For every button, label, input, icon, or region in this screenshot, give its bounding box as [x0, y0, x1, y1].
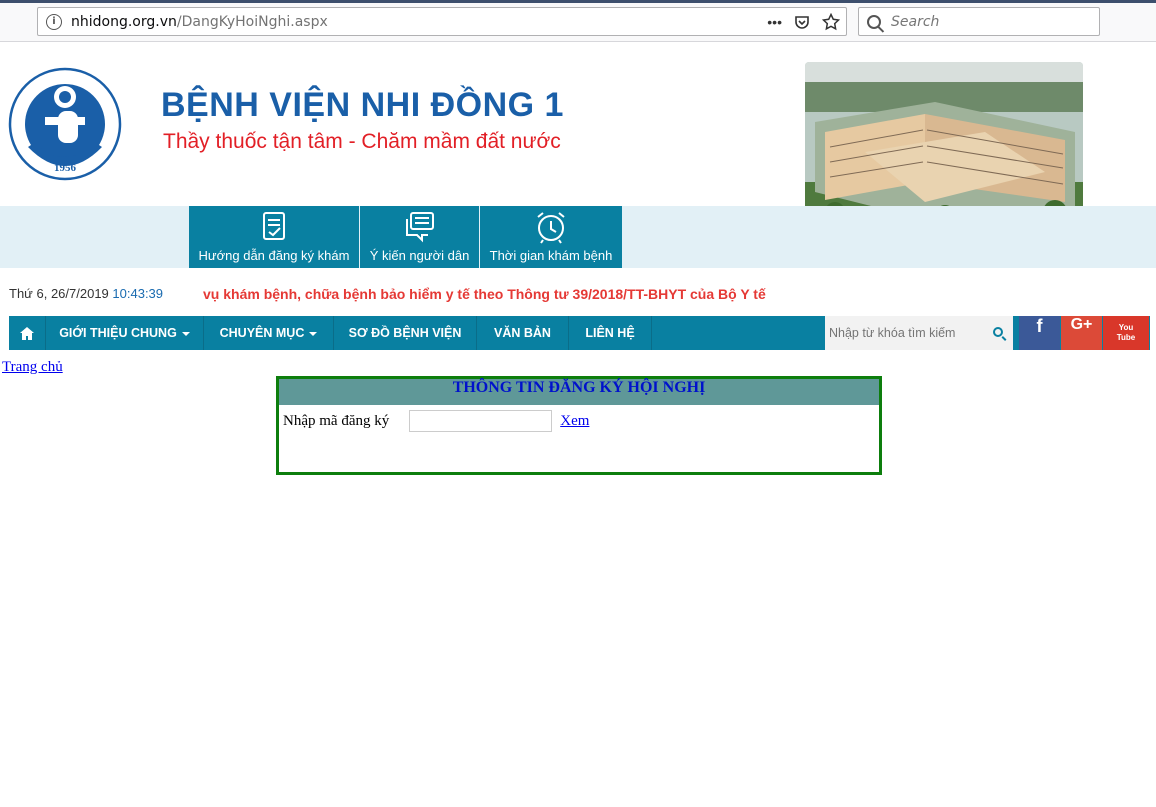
- document-check-icon: [263, 212, 285, 240]
- quick-link-label: Ý kiến người dân: [369, 248, 470, 263]
- search-icon: [867, 14, 881, 29]
- alarm-clock-icon: [537, 212, 565, 244]
- quick-link-label: Thời gian khám bệnh: [489, 248, 613, 263]
- home-icon: [20, 327, 34, 341]
- page-actions-menu-icon[interactable]: •••: [767, 14, 782, 30]
- registration-code-row: Nhập mã đăng ký Xem: [283, 410, 589, 432]
- quick-link-public-feedback[interactable]: Ý kiến người dân: [360, 206, 479, 268]
- nav-about[interactable]: GIỚI THIỆU CHUNG: [46, 316, 204, 350]
- google-plus-icon: G+: [1070, 316, 1093, 333]
- registration-code-input[interactable]: [409, 410, 553, 432]
- browser-top-accent: [0, 0, 1156, 3]
- logo-year: 1956: [54, 162, 77, 174]
- url-path: /DangKyHoiNghi.aspx: [176, 13, 328, 30]
- site-search: [825, 316, 1013, 350]
- nav-contact[interactable]: LIÊN HỆ: [569, 316, 652, 350]
- nav-hospital-map[interactable]: SƠ ĐỒ BỆNH VIỆN: [334, 316, 477, 350]
- current-datetime: Thứ 6, 26/7/2019 10:43:39: [9, 286, 163, 301]
- news-marquee[interactable]: vụ khám bệnh, chữa bệnh bảo hiểm y tế th…: [203, 286, 766, 302]
- nav-documents[interactable]: VĂN BẢN: [477, 316, 569, 350]
- main-nav: GIỚI THIỆU CHUNG CHUYÊN MỤC SƠ ĐỒ BỆNH V…: [9, 316, 1150, 350]
- search-icon[interactable]: [993, 327, 1003, 337]
- address-bar[interactable]: i nhidong.org.vn/DangKyHoiNghi.aspx •••: [37, 7, 847, 36]
- url-actions: •••: [767, 13, 840, 31]
- pocket-icon[interactable]: [794, 14, 810, 30]
- browser-search-placeholder: Search: [891, 13, 940, 30]
- browser-search-box[interactable]: Search: [858, 7, 1100, 36]
- chevron-down-icon: [309, 331, 318, 336]
- hospital-slogan: Thầy thuốc tận tâm - Chăm mầm đất nước: [163, 130, 561, 153]
- facebook-button[interactable]: f: [1019, 316, 1060, 350]
- nav-label: LIÊN HỆ: [585, 326, 635, 340]
- nav-label: VĂN BẢN: [494, 326, 551, 340]
- facebook-icon: f: [1036, 316, 1043, 336]
- registration-code-label: Nhập mã đăng ký: [283, 412, 390, 429]
- nav-label: SƠ ĐỒ BỆNH VIỆN: [348, 326, 462, 340]
- chevron-down-icon: [181, 331, 190, 336]
- view-link[interactable]: Xem: [560, 413, 589, 430]
- nav-home[interactable]: [9, 316, 46, 350]
- nav-label: GIỚI THIỆU CHUNG: [59, 326, 177, 340]
- hospital-logo[interactable]: 1956: [8, 67, 122, 181]
- quick-link-registration-guide[interactable]: Hướng dẫn đăng ký khám: [189, 206, 359, 268]
- youtube-button[interactable]: You Tube: [1103, 316, 1149, 350]
- panel-title: THÔNG TIN ĐĂNG KÝ HỘI NGHỊ: [279, 379, 879, 405]
- site-search-input[interactable]: [825, 318, 985, 348]
- hospital-building-image: [805, 62, 1083, 227]
- conference-registration-panel: THÔNG TIN ĐĂNG KÝ HỘI NGHỊ Nhập mã đăng …: [276, 376, 882, 475]
- current-time: 10:43:39: [112, 286, 164, 301]
- youtube-icon: You Tube: [1116, 323, 1136, 342]
- browser-toolbar: i nhidong.org.vn/DangKyHoiNghi.aspx ••• …: [0, 0, 1156, 42]
- breadcrumb-home-link[interactable]: Trang chủ: [2, 359, 63, 376]
- quick-link-label: Hướng dẫn đăng ký khám: [198, 248, 350, 263]
- google-plus-button[interactable]: G+: [1061, 316, 1102, 350]
- url-host: nhidong.org.vn: [71, 13, 177, 30]
- bookmark-star-icon[interactable]: [822, 13, 840, 31]
- nav-label: CHUYÊN MỤC: [219, 326, 305, 340]
- current-date: Thứ 6, 26/7/2019: [9, 286, 109, 301]
- chat-bubble-icon: [405, 212, 434, 243]
- nav-categories[interactable]: CHUYÊN MỤC: [204, 316, 334, 350]
- page-info-icon[interactable]: i: [46, 13, 62, 30]
- quick-link-exam-hours[interactable]: Thời gian khám bệnh: [480, 206, 622, 268]
- hospital-title[interactable]: BỆNH VIỆN NHI ĐỒNG 1: [161, 86, 564, 125]
- url-text[interactable]: nhidong.org.vn/DangKyHoiNghi.aspx: [71, 14, 328, 30]
